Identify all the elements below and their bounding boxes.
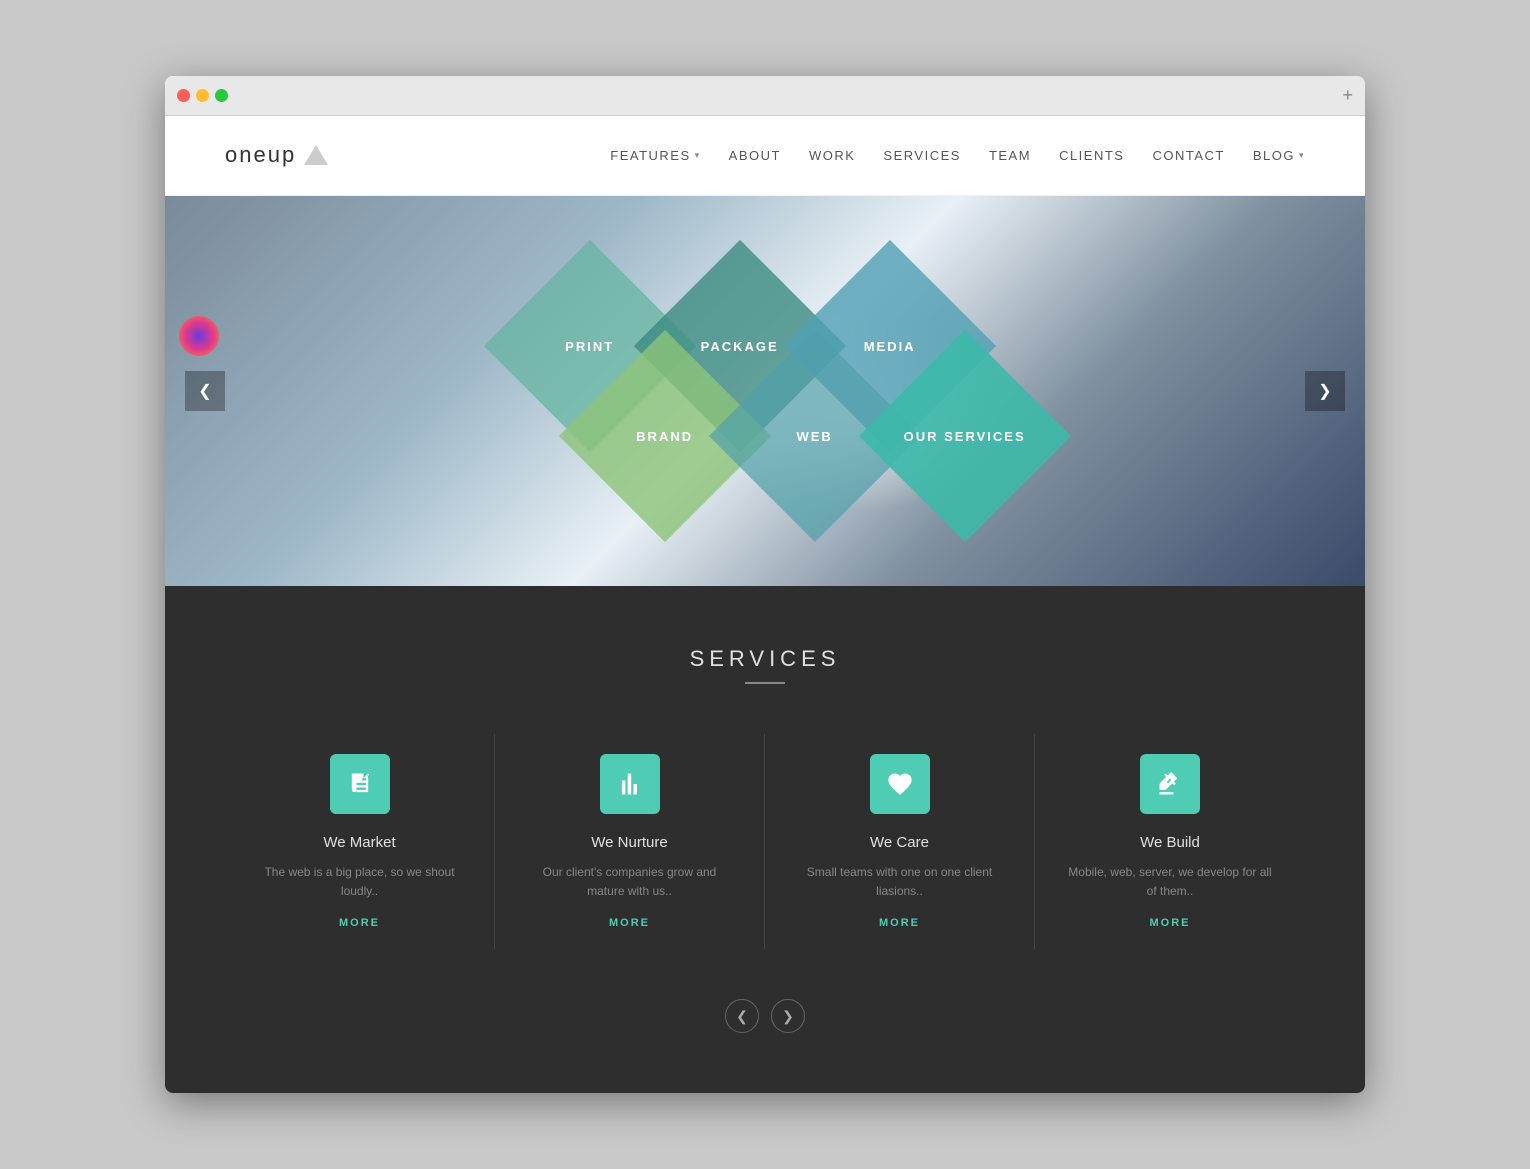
nurture-desc: Our client's companies grow and mature w…: [525, 863, 734, 901]
nav-blog[interactable]: BLOG ▾: [1253, 148, 1305, 163]
nurture-icon: [600, 754, 660, 814]
nav-features[interactable]: FEATURES ▾: [610, 148, 700, 163]
hero-section: ❮ ❯ PRINT PACKAGE MEDIA BRAND WEB OUR SE…: [165, 196, 1365, 586]
slider-prev-button[interactable]: ❮: [185, 371, 225, 411]
nav-about[interactable]: ABOUT: [729, 148, 781, 163]
mac-app-icon: [179, 316, 219, 356]
market-desc: The web is a big place, so we shout loud…: [255, 863, 464, 901]
care-more-link[interactable]: MORE: [795, 917, 1004, 929]
service-care: We Care Small teams with one on one clie…: [765, 734, 1035, 949]
service-nurture: We Nurture Our client's companies grow a…: [495, 734, 765, 949]
services-section: SERVICES We Market The web is a big plac…: [165, 586, 1365, 1093]
services-pagination: ❮ ❯: [225, 989, 1305, 1053]
services-title: SERVICES: [225, 646, 1305, 672]
service-market: We Market The web is a big place, so we …: [225, 734, 495, 949]
browser-toolbar: +: [165, 76, 1365, 116]
market-name: We Market: [255, 834, 464, 851]
service-build: We Build Mobile, web, server, we develop…: [1035, 734, 1305, 949]
chevron-down-icon-blog: ▾: [1299, 150, 1305, 161]
nav-clients[interactable]: CLIENTS: [1059, 148, 1124, 163]
nurture-name: We Nurture: [525, 834, 734, 851]
minimize-button[interactable]: [196, 89, 209, 102]
nav-contact[interactable]: CONTACT: [1152, 148, 1224, 163]
nav-work[interactable]: WORK: [809, 148, 855, 163]
maximize-button[interactable]: [215, 89, 228, 102]
nav-services[interactable]: SERVICES: [883, 148, 961, 163]
services-next-button[interactable]: ❯: [771, 999, 805, 1033]
traffic-lights: [177, 89, 228, 102]
site-nav: FEATURES ▾ ABOUT WORK SERVICES TEAM CLIE…: [610, 148, 1305, 163]
site-header: oneup FEATURES ▾ ABOUT WORK SERVICES TEA…: [165, 116, 1365, 196]
care-icon: [870, 754, 930, 814]
services-grid: We Market The web is a big place, so we …: [225, 734, 1305, 949]
chevron-down-icon: ▾: [695, 150, 701, 161]
nurture-more-link[interactable]: MORE: [525, 917, 734, 929]
close-button[interactable]: [177, 89, 190, 102]
slider-next-button[interactable]: ❯: [1305, 371, 1345, 411]
services-prev-button[interactable]: ❮: [725, 999, 759, 1033]
build-desc: Mobile, web, server, we develop for all …: [1065, 863, 1275, 901]
build-icon: [1140, 754, 1200, 814]
market-icon: [330, 754, 390, 814]
market-more-link[interactable]: MORE: [255, 917, 464, 929]
build-more-link[interactable]: MORE: [1065, 917, 1275, 929]
services-divider: [745, 682, 785, 684]
diamond-services-label: OUR SERVICES: [890, 428, 1040, 443]
logo-text: oneup: [225, 142, 296, 168]
site-logo: oneup: [225, 142, 328, 168]
browser-window: + oneup FEATURES ▾ ABOUT WORK SERVICES T…: [165, 76, 1365, 1093]
care-desc: Small teams with one on one client liasi…: [795, 863, 1004, 901]
new-tab-button[interactable]: +: [1342, 85, 1353, 106]
care-name: We Care: [795, 834, 1004, 851]
nav-team[interactable]: TEAM: [989, 148, 1031, 163]
diamond-grid: PRINT PACKAGE MEDIA BRAND WEB OUR SERVIC…: [485, 251, 1045, 531]
logo-triangle-icon: [304, 145, 328, 165]
build-name: We Build: [1065, 834, 1275, 851]
